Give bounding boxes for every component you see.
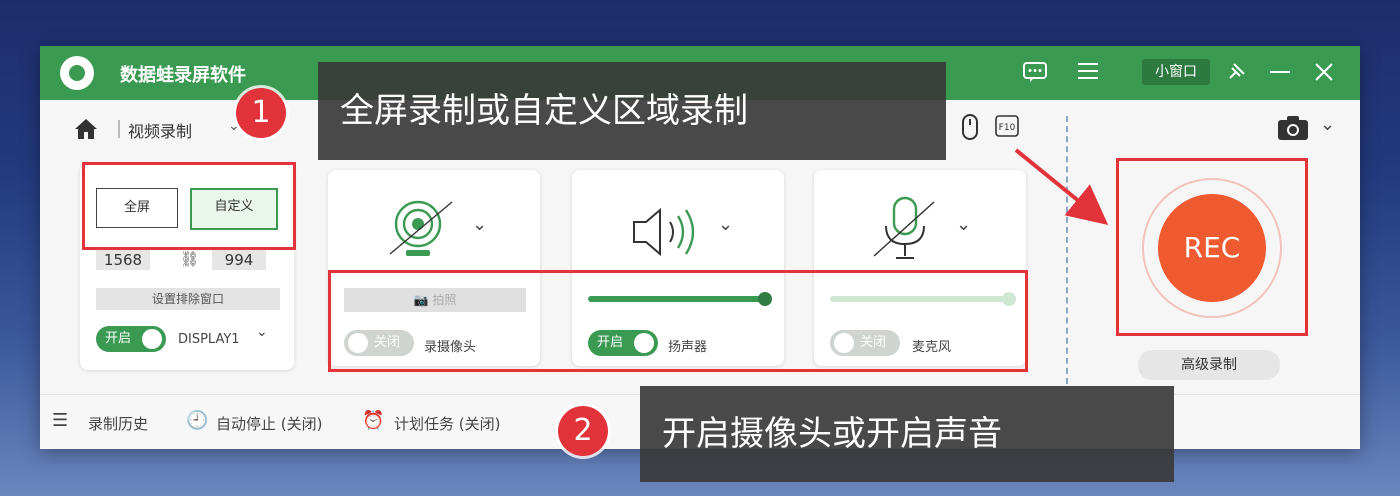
callout-2: 开启摄像头或开启声音 xyxy=(640,386,1174,482)
callout-1: 全屏录制或自定义区域录制 xyxy=(318,62,946,160)
step-badge-2: 2 xyxy=(558,406,608,456)
step-badge-1: 1 xyxy=(236,88,286,138)
